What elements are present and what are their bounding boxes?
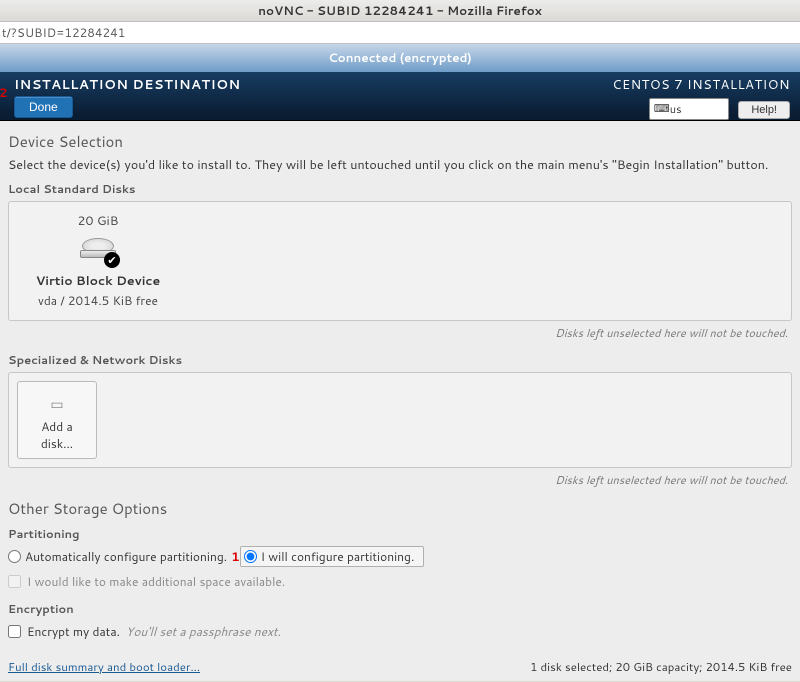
- disk-meta-label: vda / 2014.5 KiB free: [23, 292, 173, 309]
- disk-size-label: 20 GiB: [23, 212, 173, 230]
- radio-manual-label: I will configure partitioning.: [261, 548, 415, 565]
- keyboard-layout-indicator[interactable]: us: [649, 98, 729, 120]
- device-selection-desc: Select the device(s) you'd like to insta…: [8, 156, 792, 174]
- encryption-heading: Encryption: [8, 600, 792, 617]
- local-disks-container: 20 GiB ✔ Virtio Block Device vda / 2014.…: [8, 201, 792, 321]
- hard-drive-icon: ✔: [78, 238, 118, 266]
- local-disks-note: Disks left unselected here will not be t…: [8, 325, 788, 341]
- radio-manual-partition-input[interactable]: [244, 550, 257, 563]
- full-disk-summary-link[interactable]: Full disk summary and boot loader...: [8, 658, 200, 675]
- radio-manual-partition[interactable]: I will configure partitioning.: [244, 548, 415, 565]
- encrypt-hint: You'll set a passphrase next.: [126, 623, 281, 640]
- add-disk-button[interactable]: ▭ Add a disk...: [17, 381, 97, 459]
- content-area: Device Selection Select the device(s) yo…: [0, 121, 800, 681]
- radio-auto-partition[interactable]: Automatically configure partitioning.: [8, 548, 227, 565]
- radio-auto-label: Automatically configure partitioning.: [25, 548, 227, 565]
- help-button[interactable]: Help!: [738, 101, 790, 119]
- add-disk-label: Add a disk...: [41, 418, 73, 452]
- installer-header: 2 INSTALLATION DESTINATION Done CENTOS 7…: [0, 72, 800, 121]
- checkbox-space-label: I would like to make additional space av…: [27, 573, 285, 590]
- done-button[interactable]: Done: [14, 96, 73, 118]
- network-disks-note: Disks left unselected here will not be t…: [8, 472, 788, 488]
- url-bar[interactable]: t/?SUBID=12284241: [0, 22, 800, 44]
- network-disks-heading: Specialized & Network Disks: [8, 351, 792, 368]
- vnc-status-bar: Connected (encrypted): [0, 44, 800, 72]
- footer: Full disk summary and boot loader... 1 d…: [8, 654, 792, 679]
- disk-name-label: Virtio Block Device: [23, 272, 173, 290]
- window-titlebar: noVNC - SUBID 12284241 - Mozilla Firefox: [0, 0, 800, 22]
- checkbox-additional-space: [8, 575, 21, 588]
- partitioning-heading: Partitioning: [8, 525, 792, 542]
- network-disks-container: ▭ Add a disk...: [8, 372, 792, 468]
- device-selection-title: Device Selection: [8, 131, 792, 152]
- checkbox-encrypt[interactable]: [8, 625, 21, 638]
- installer-name: CENTOS 7 INSTALLATION: [612, 76, 790, 94]
- disk-icon: ▭: [26, 394, 88, 414]
- checkmark-icon: ✔: [104, 252, 120, 268]
- disk-item-vda[interactable]: 20 GiB ✔ Virtio Block Device vda / 2014.…: [23, 212, 173, 309]
- radio-auto-partition-input[interactable]: [8, 550, 21, 563]
- other-options-title: Other Storage Options: [8, 498, 792, 519]
- footer-status: 1 disk selected; 20 GiB capacity; 2014.5…: [530, 658, 792, 675]
- marker-2: 2: [0, 84, 8, 101]
- encrypt-label: Encrypt my data.: [27, 623, 120, 640]
- marker-1: 1: [231, 548, 240, 565]
- local-disks-heading: Local Standard Disks: [8, 180, 792, 197]
